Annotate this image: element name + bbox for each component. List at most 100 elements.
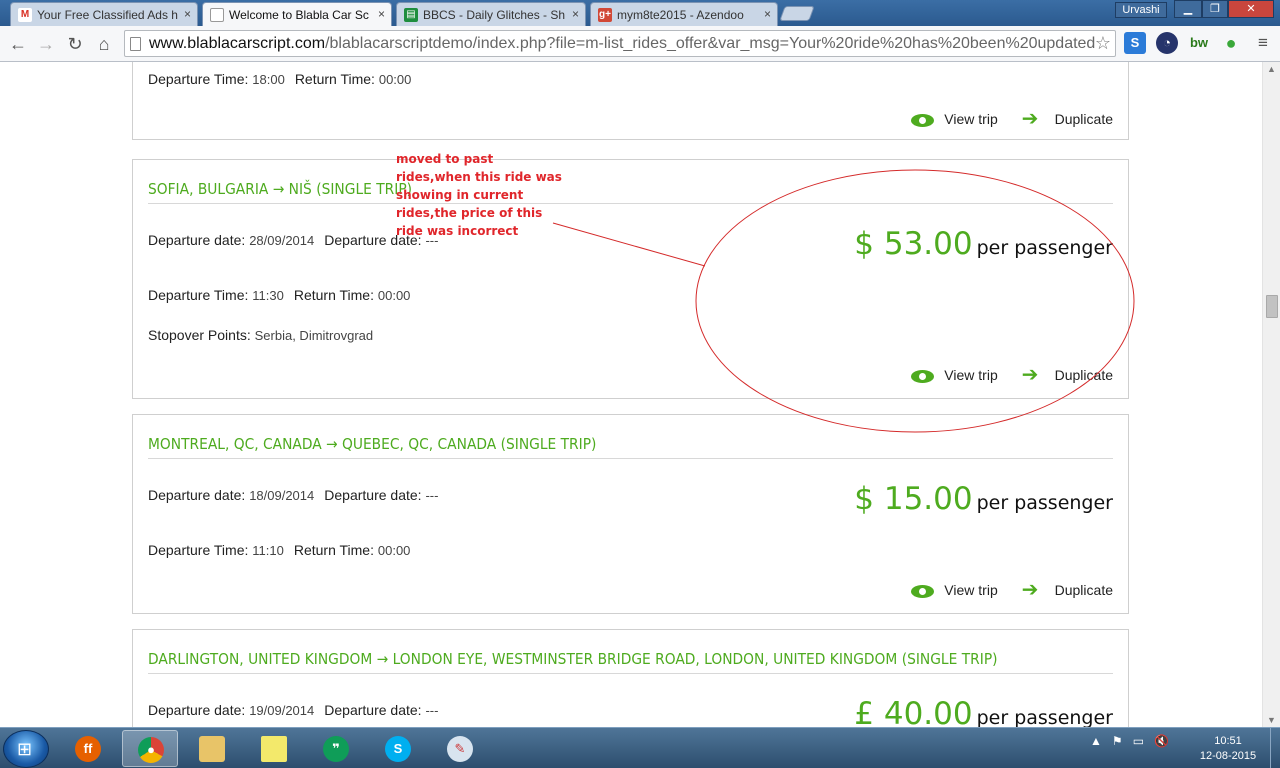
address-bar[interactable]: www.blablacarscript.com/blablacarscriptd…	[124, 30, 1116, 57]
tab-azendoo[interactable]: g+ mym8te2015 - Azendoo ×	[590, 2, 778, 26]
ride-actions: View trip ➔ Duplicate	[891, 365, 1113, 385]
close-icon[interactable]: ×	[572, 7, 579, 21]
show-desktop-button[interactable]	[1270, 728, 1280, 768]
per-passenger-label: per passenger	[976, 492, 1113, 514]
ride-times: Departure Time: 18:00 Return Time: 00:00	[148, 71, 412, 87]
view-trip-button[interactable]: View trip	[911, 111, 998, 127]
maximize-button[interactable]: ❐	[1202, 0, 1228, 18]
chrome-icon: ●	[138, 737, 164, 763]
menu-icon[interactable]: ≡	[1252, 32, 1274, 54]
price-amount: $ 53.00	[854, 226, 973, 262]
tab-title: BBCS - Daily Glitches - Sh	[423, 8, 566, 22]
vertical-scrollbar[interactable]: ▲ ▼	[1262, 62, 1280, 727]
ride-price: £ 40.00 per passenger	[854, 696, 1113, 727]
arrow-right-icon: ➔	[1021, 108, 1039, 130]
home-icon[interactable]: ⌂	[92, 32, 116, 56]
divider	[148, 673, 1113, 674]
duplicate-button[interactable]: ➔ Duplicate	[1021, 579, 1113, 601]
minimize-button[interactable]: ▁	[1174, 0, 1202, 18]
taskbar-firefox[interactable]: ff	[60, 730, 116, 767]
duplicate-button[interactable]: ➔ Duplicate	[1022, 365, 1113, 385]
evernote-icon[interactable]: ●	[1220, 32, 1242, 54]
browser-tab-strip: M Your Free Classified Ads h × Welcome t…	[0, 0, 1280, 26]
volume-icon[interactable]: 🔇	[1154, 734, 1169, 748]
ride-dates: Departure date: 18/09/2014 Departure date…	[148, 487, 439, 503]
per-passenger-label: per passenger	[976, 707, 1113, 727]
clock[interactable]: 10:51 12-08-2015	[1190, 734, 1266, 764]
arrow-right-icon: ➔	[1021, 579, 1039, 601]
forward-arrow-icon[interactable]: →	[34, 32, 58, 56]
firefox-icon: ff	[75, 736, 101, 762]
ride-route-title[interactable]: MONTREAL, QC, CANADA → QUEBEC, QC, CANAD…	[148, 435, 596, 453]
taskbar-explorer[interactable]	[184, 730, 240, 767]
tachometer-icon[interactable]: ◔	[1156, 32, 1178, 54]
system-tray: ▲ ⚑ ▭ 🔇	[1090, 734, 1169, 748]
tab-title: mym8te2015 - Azendoo	[617, 8, 744, 22]
page-icon	[130, 37, 141, 51]
ride-actions: View trip ➔ Duplicate	[891, 108, 1113, 130]
price-amount: $ 15.00	[854, 481, 973, 517]
gmail-icon: M	[18, 8, 32, 22]
close-icon[interactable]: ×	[184, 7, 191, 21]
windows-logo-icon: ⊞	[17, 739, 33, 759]
start-button[interactable]: ⊞	[3, 730, 49, 768]
url-text[interactable]: www.blablacarscript.com/blablacarscriptd…	[149, 35, 1095, 53]
ride-card: MONTREAL, QC, CANADA → QUEBEC, QC, CANAD…	[132, 414, 1129, 614]
divider	[148, 203, 1113, 204]
duplicate-button[interactable]: ➔ Duplicate	[1021, 108, 1113, 130]
ride-actions: View trip ➔ Duplicate	[891, 579, 1113, 601]
tab-blabla-car[interactable]: Welcome to Blabla Car Sc ×	[202, 2, 392, 26]
scrollbar-thumb[interactable]	[1266, 295, 1278, 318]
hangouts-icon: ❞	[323, 736, 349, 762]
ride-card: Departure Time: 18:00 Return Time: 00:00 …	[132, 62, 1129, 140]
ride-route-title[interactable]: SOFIA, BULGARIA → NIŠ (SINGLE TRIP)	[148, 180, 412, 198]
browser-toolbar: ← → ↻ ⌂ www.blablacarscript.com/blablaca…	[0, 26, 1280, 62]
skype-icon: S	[385, 736, 411, 762]
ride-route-title[interactable]: DARLINGTON, UNITED KINGDOM → LONDON EYE,…	[148, 650, 998, 668]
tab-bbcs-daily-glitches[interactable]: ▤ BBCS - Daily Glitches - Sh ×	[396, 2, 586, 26]
google-plus-icon: g+	[598, 8, 612, 22]
taskbar-paint[interactable]: ✎	[432, 730, 488, 767]
profile-button[interactable]: Urvashi	[1115, 2, 1167, 18]
reload-icon[interactable]: ↻	[63, 32, 87, 56]
ride-card: SOFIA, BULGARIA → NIŠ (SINGLE TRIP) Depa…	[132, 159, 1129, 399]
taskbar-chrome[interactable]: ●	[122, 730, 178, 767]
new-tab-button[interactable]	[779, 6, 815, 21]
clock-date: 12-08-2015	[1199, 750, 1257, 762]
eye-icon	[911, 585, 935, 598]
taskbar-skype[interactable]: S	[370, 730, 426, 767]
eye-icon	[911, 114, 935, 127]
bookmark-star-icon[interactable]: ☆	[1095, 33, 1111, 54]
network-icon[interactable]: ▭	[1133, 734, 1144, 748]
sheets-icon: ▤	[404, 8, 418, 22]
view-trip-button[interactable]: View trip	[911, 582, 998, 598]
price-amount: £ 40.00	[854, 696, 973, 727]
ride-stopovers: Stopover Points: Serbia, Dimitrovgrad	[148, 327, 374, 343]
ride-card: DARLINGTON, UNITED KINGDOM → LONDON EYE,…	[132, 629, 1129, 727]
page-content: Departure Time: 18:00 Return Time: 00:00 …	[0, 62, 1262, 727]
show-hidden-icons-icon[interactable]: ▲	[1090, 734, 1102, 748]
back-arrow-icon[interactable]: ←	[6, 32, 30, 56]
windows-taskbar: ⊞ ff ● ❞ S ✎ ▲ ⚑ ▭ 🔇 10:51 12-08-2015	[0, 727, 1280, 768]
taskbar-hangouts[interactable]: ❞	[308, 730, 364, 767]
skype-icon[interactable]: S	[1124, 32, 1146, 54]
ride-dates: Departure date: 28/09/2014 Departure date…	[148, 232, 439, 248]
tab-title: Your Free Classified Ads h	[37, 8, 178, 22]
ride-price: $ 53.00 per passenger	[854, 226, 1113, 262]
scroll-down-arrow-icon[interactable]: ▼	[1267, 715, 1276, 725]
per-passenger-label: per passenger	[976, 237, 1113, 259]
window-close-button[interactable]: ✕	[1228, 0, 1274, 18]
divider	[148, 458, 1113, 459]
tab-classified-ads[interactable]: M Your Free Classified Ads h ×	[10, 2, 198, 26]
close-icon[interactable]: ×	[764, 7, 771, 21]
ride-times: Departure Time: 11:10 Return Time: 00:00	[148, 542, 411, 558]
folder-icon	[199, 736, 225, 762]
taskbar-sticky-notes[interactable]	[246, 730, 302, 767]
view-trip-button[interactable]: View trip	[911, 367, 998, 383]
ride-dates: Departure date: 19/09/2014 Departure date…	[148, 702, 439, 718]
bw-extension[interactable]: bw	[1188, 32, 1210, 54]
paint-icon: ✎	[447, 736, 473, 762]
close-icon[interactable]: ×	[378, 7, 385, 21]
scroll-up-arrow-icon[interactable]: ▲	[1267, 64, 1276, 74]
flag-icon[interactable]: ⚑	[1112, 734, 1123, 748]
